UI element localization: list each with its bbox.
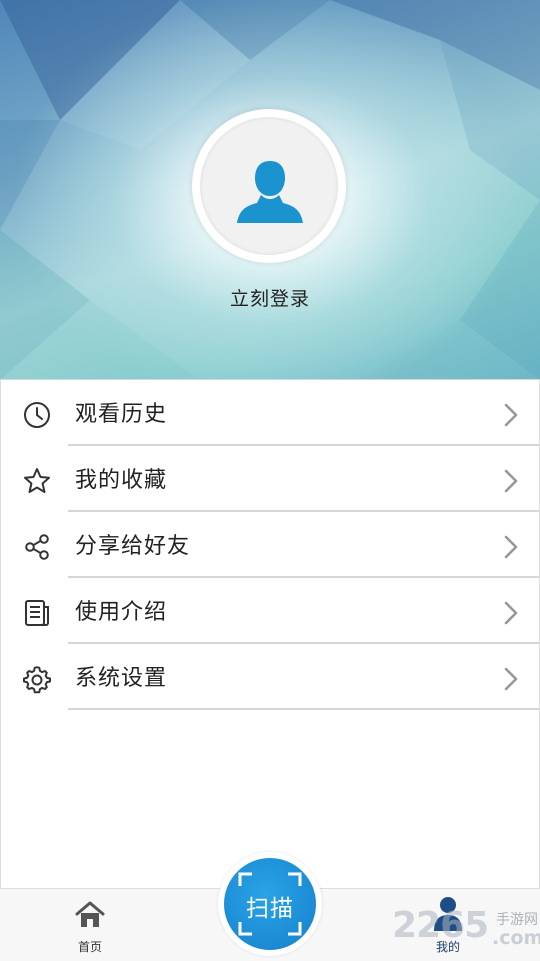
chevron-right-icon	[504, 667, 518, 691]
menu-item-label: 分享给好友	[75, 534, 191, 559]
menu-item-intro[interactable]: 使用介绍	[0, 578, 540, 644]
gear-icon	[23, 666, 51, 694]
scan-button[interactable]: 扫描	[224, 858, 316, 950]
chevron-right-icon	[504, 601, 518, 625]
watermark: 2265 手游网 .com	[392, 905, 540, 953]
menu-item-label: 观看历史	[75, 402, 168, 427]
document-icon	[25, 600, 49, 626]
scan-button-ring: 扫描	[218, 852, 322, 956]
share-icon	[25, 534, 49, 560]
left-border	[0, 380, 1, 890]
menu-item-label: 我的收藏	[75, 468, 168, 493]
star-icon	[24, 468, 50, 493]
home-icon	[75, 901, 105, 927]
menu-item-label: 使用介绍	[75, 600, 168, 625]
divider	[68, 708, 540, 710]
tab-home-label: 首页	[77, 940, 102, 954]
menu-item-favorites[interactable]: 我的收藏	[0, 446, 540, 512]
avatar[interactable]	[192, 109, 346, 263]
profile-header: 立刻登录	[0, 0, 540, 380]
clock-icon	[24, 402, 50, 428]
tab-home[interactable]: 首页	[30, 889, 150, 961]
watermark-number: 2265	[392, 905, 489, 946]
menu-item-label: 系统设置	[75, 666, 168, 691]
menu-item-share[interactable]: 分享给好友	[0, 512, 540, 578]
watermark-side-text: 手游网	[496, 912, 538, 928]
chevron-right-icon	[504, 469, 518, 493]
settings-menu: 观看历史 我的收藏 分享给好友 使用介绍 系统设置	[0, 380, 540, 710]
chevron-right-icon	[504, 403, 518, 427]
menu-item-settings[interactable]: 系统设置	[0, 644, 540, 710]
menu-item-history[interactable]: 观看历史	[0, 380, 540, 446]
user-icon	[237, 161, 303, 223]
login-link[interactable]: 立刻登录	[0, 284, 540, 311]
scan-label: 扫描	[246, 896, 294, 922]
watermark-domain: .com	[492, 927, 540, 949]
chevron-right-icon	[504, 535, 518, 559]
avatar-inner	[200, 117, 338, 255]
